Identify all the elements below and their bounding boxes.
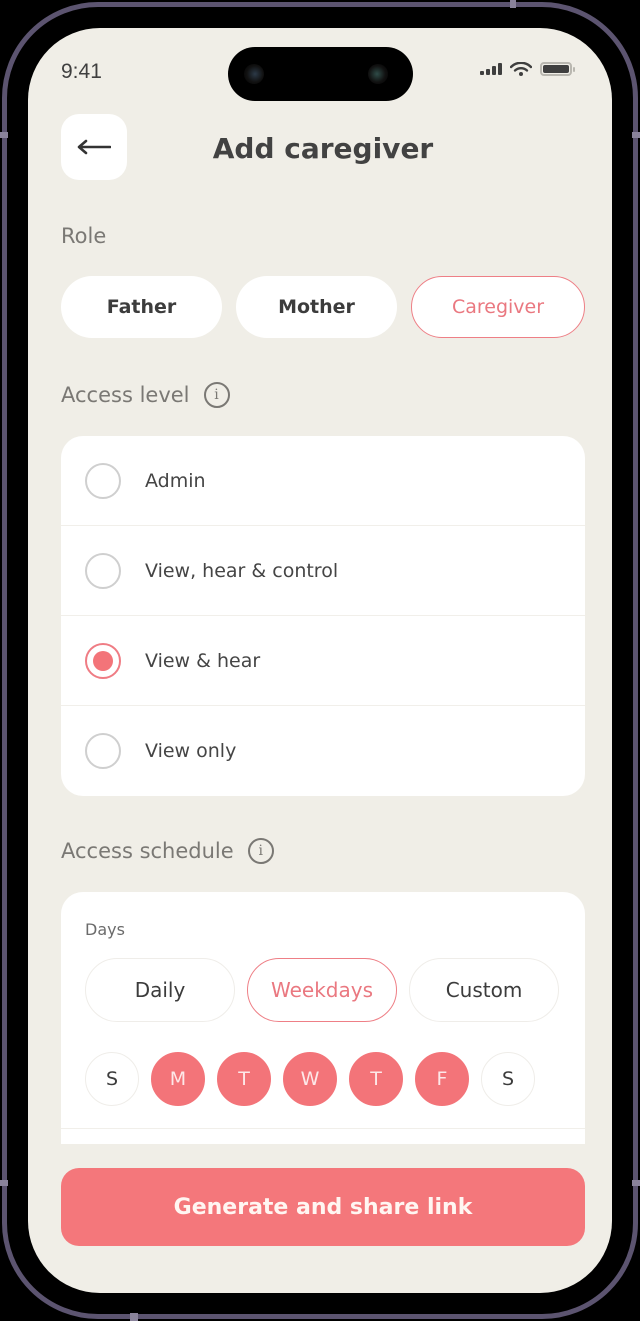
day-toggle-thursday[interactable]: T — [349, 1052, 403, 1106]
role-option-mother[interactable]: Mother — [236, 276, 397, 338]
access-option-label: Admin — [145, 469, 206, 492]
access-schedule-card: Days Daily Weekdays Custom S M T W T F S — [61, 892, 585, 1144]
info-icon[interactable]: i — [203, 382, 230, 408]
battery-icon — [540, 62, 575, 76]
screen: 9:41 Add caregiver Role Father Mother Ca… — [28, 28, 612, 1293]
access-option-label: View, hear & control — [145, 559, 339, 582]
day-toggle-friday[interactable]: F — [415, 1052, 469, 1106]
info-icon[interactable]: i — [247, 838, 274, 864]
radio-button-checked[interactable] — [85, 642, 121, 679]
status-time: 9:41 — [61, 60, 102, 83]
day-toggle-sunday[interactable]: S — [85, 1052, 139, 1106]
role-label-text: Role — [61, 224, 107, 248]
generate-share-link-button[interactable]: Generate and share link — [61, 1168, 585, 1246]
sensor-icon — [368, 64, 388, 84]
access-option-view-hear-control[interactable]: View, hear & control — [61, 526, 585, 616]
role-option-father[interactable]: Father — [61, 276, 222, 338]
access-schedule-label: Access schedule i — [61, 838, 274, 864]
cellular-signal-icon — [480, 63, 502, 75]
radio-button[interactable] — [85, 552, 121, 589]
frequency-option-daily[interactable]: Daily — [85, 958, 235, 1022]
side-button — [0, 1180, 8, 1186]
divider — [61, 1128, 585, 1129]
frequency-selector: Daily Weekdays Custom — [85, 958, 559, 1022]
access-option-admin[interactable]: Admin — [61, 436, 585, 526]
role-selector: Father Mother Caregiver — [61, 276, 585, 338]
frequency-option-custom[interactable]: Custom — [409, 958, 559, 1022]
day-toggle-monday[interactable]: M — [151, 1052, 205, 1106]
frequency-option-weekdays[interactable]: Weekdays — [247, 958, 397, 1022]
day-toggle-saturday[interactable]: S — [481, 1052, 535, 1106]
side-button — [632, 1180, 640, 1186]
camera-lens-icon — [244, 64, 264, 84]
day-toggle-wednesday[interactable]: W — [283, 1052, 337, 1106]
status-icons — [480, 62, 575, 76]
side-button — [632, 132, 640, 138]
day-selector: S M T W T F S — [85, 1052, 535, 1106]
access-option-view-hear[interactable]: View & hear — [61, 616, 585, 706]
side-button — [510, 0, 516, 8]
page-title: Add caregiver — [212, 132, 434, 165]
access-option-label: View only — [145, 740, 237, 762]
days-label: Days — [85, 920, 125, 939]
role-option-caregiver[interactable]: Caregiver — [411, 276, 585, 338]
access-option-label: View & hear — [145, 649, 261, 672]
radio-button[interactable] — [85, 462, 121, 499]
side-button — [0, 132, 8, 138]
access-option-view-only[interactable]: View only — [61, 706, 585, 796]
day-toggle-tuesday[interactable]: T — [217, 1052, 271, 1106]
radio-button[interactable] — [85, 733, 121, 769]
access-level-label-text: Access level — [61, 383, 190, 407]
access-schedule-label-text: Access schedule — [61, 839, 234, 863]
role-label: Role — [61, 224, 106, 248]
access-level-label: Access level i — [61, 382, 230, 408]
access-level-list: Admin View, hear & control View & hear V… — [61, 436, 585, 796]
dynamic-island — [228, 47, 413, 101]
wifi-icon — [510, 62, 532, 76]
side-button — [130, 1313, 138, 1321]
